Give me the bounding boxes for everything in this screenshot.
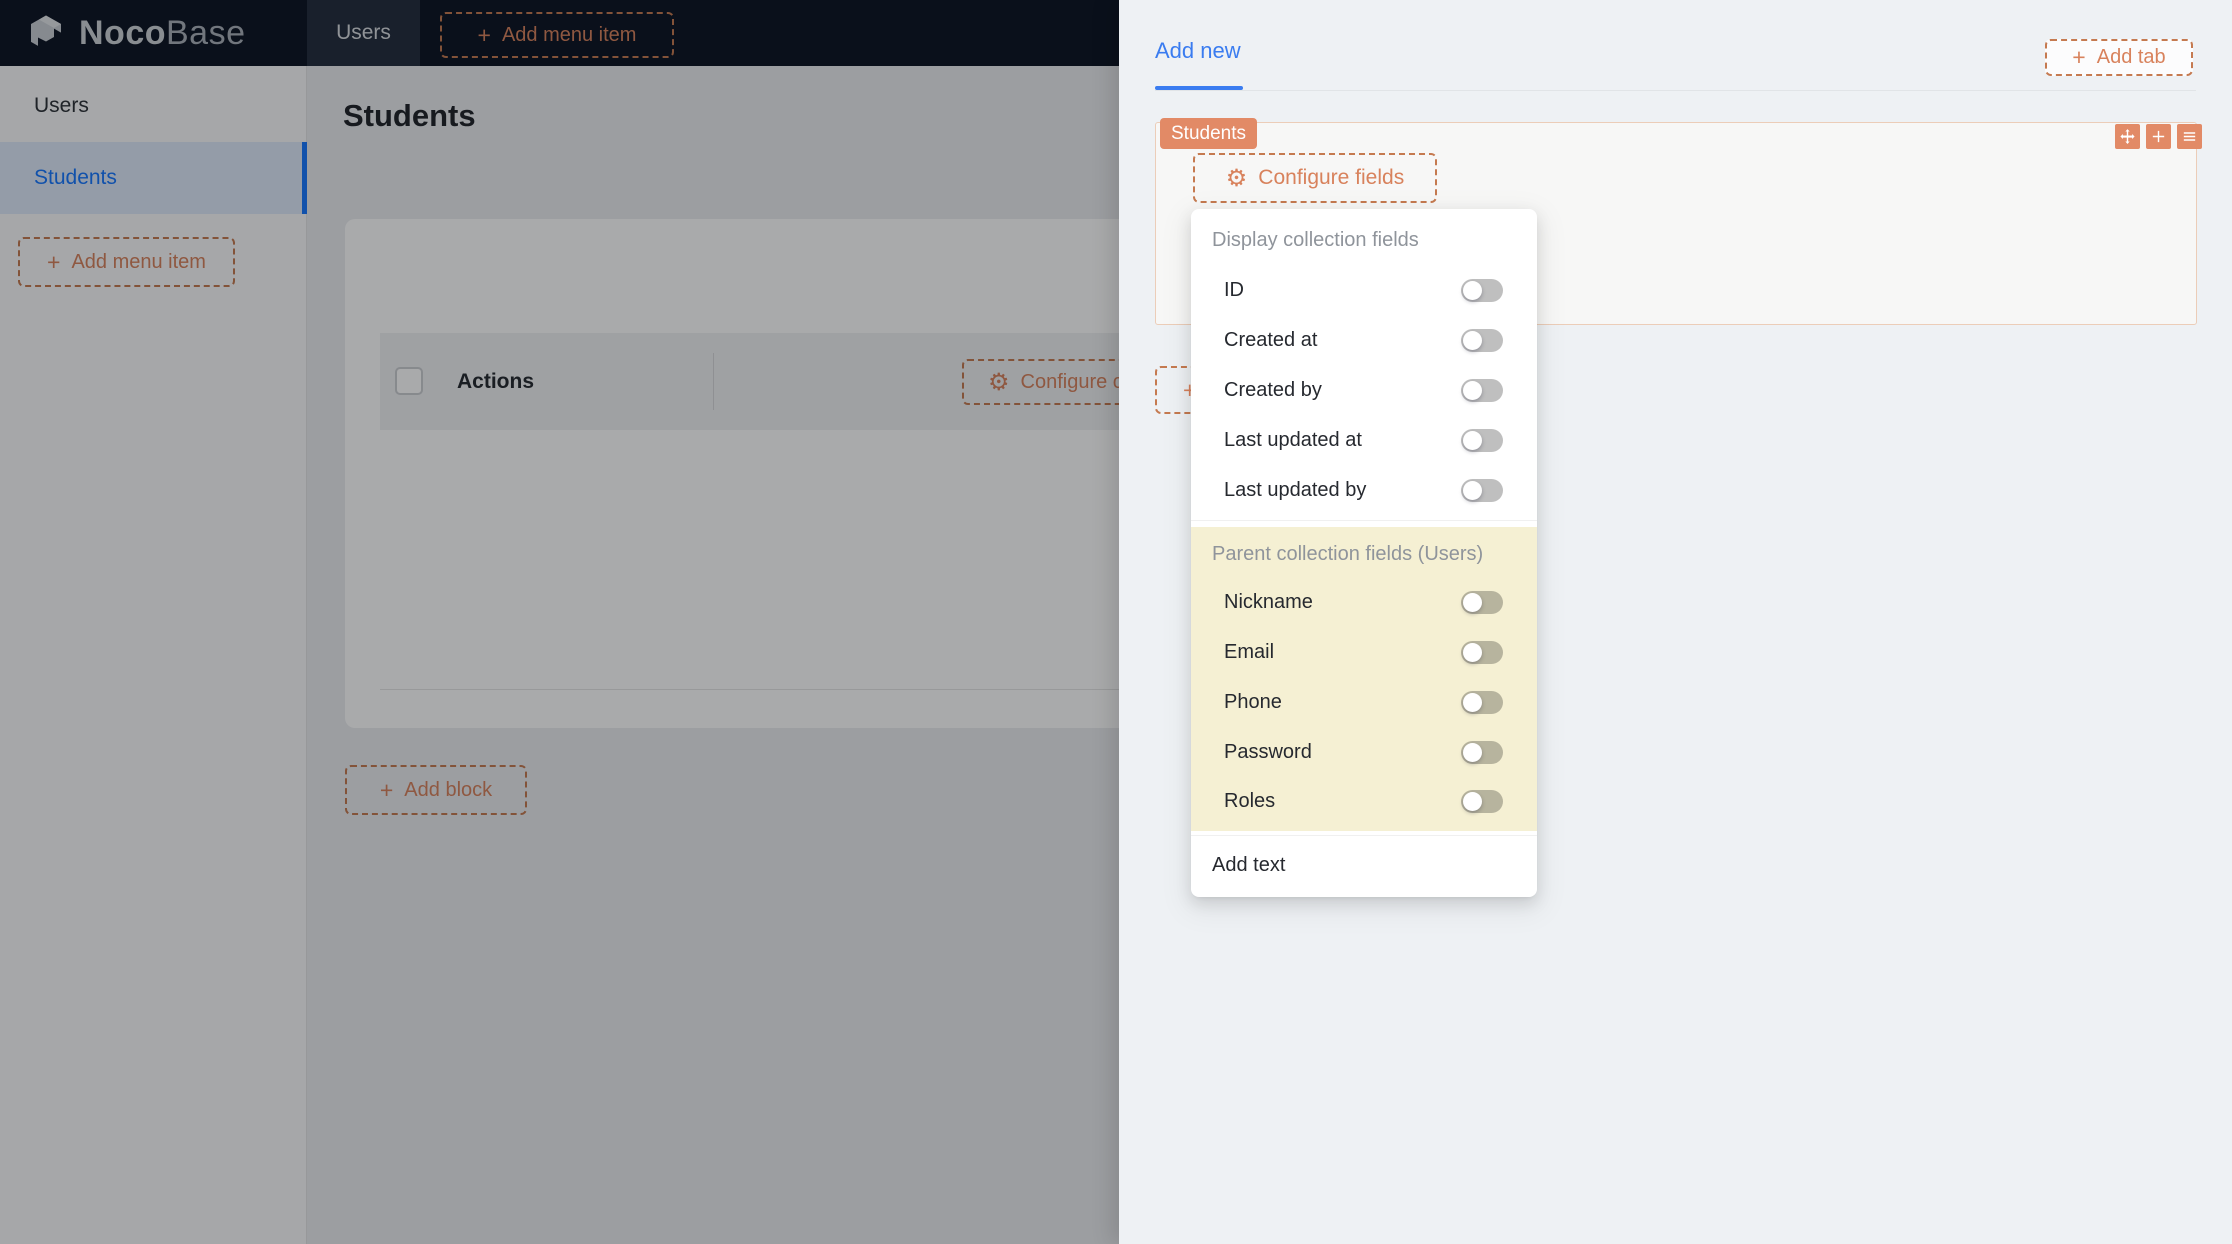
parent-fields-group-label: Parent collection fields (Users) [1212,542,1484,565]
menu-item-last-updated-at-label: Last updated at [1224,428,1362,451]
menu-item-id[interactable]: ID [1191,265,1537,315]
menu-item-nickname-label: Nickname [1224,590,1313,613]
menu-item-add-text-label: Add text [1212,853,1286,876]
students-block-badge: Students [1160,118,1257,149]
menu-item-add-text[interactable]: Add text [1191,841,1537,889]
add-tab-label: Add tab [2096,46,2166,68]
menu-item-email-label: Email [1224,640,1275,663]
menu-item-last-updated-at[interactable]: Last updated at [1191,415,1537,465]
menu-item-email[interactable]: Email [1191,627,1537,677]
tabbar-underline [1155,90,2196,91]
menu-item-last-updated-by[interactable]: Last updated by [1191,465,1537,515]
display-fields-group-label: Display collection fields [1212,228,1419,251]
active-tab-inkbar [1155,86,1243,90]
menu-item-phone-label: Phone [1224,690,1282,713]
toggle-last-updated-at[interactable] [1461,428,1503,452]
menu-item-password[interactable]: Password [1191,727,1537,777]
menu-item-created-at-label: Created at [1224,328,1318,351]
drawer-panel: Add new + Add tab Students ⚙ Configure f… [1119,0,2232,1244]
toggle-phone[interactable] [1461,690,1503,714]
toggle-created-by[interactable] [1461,378,1503,402]
menu-item-created-by-label: Created by [1224,378,1322,401]
drawer-overlay-mask[interactable] [0,0,1119,1244]
menu-item-created-at[interactable]: Created at [1191,315,1537,365]
gear-icon: ⚙ [1225,164,1248,192]
hamburger-menu-icon [2183,132,2196,141]
configure-fields-dropdown: Display collection fields ID Created at … [1191,209,1537,897]
menu-item-nickname[interactable]: Nickname [1191,577,1537,627]
drag-block-handle[interactable] [2115,124,2140,149]
toggle-roles[interactable] [1461,789,1503,813]
plus-icon [2152,130,2165,143]
configure-fields-label: Configure fields [1258,166,1405,189]
toggle-last-updated-by[interactable] [1461,478,1503,502]
configure-fields-button[interactable]: ⚙ Configure fields [1193,153,1437,203]
block-settings-handle[interactable] [2177,124,2202,149]
menu-item-roles-label: Roles [1224,789,1276,812]
toggle-email[interactable] [1461,640,1503,664]
toggle-id[interactable] [1461,278,1503,302]
plus-icon: + [2072,44,2086,70]
toggle-password[interactable] [1461,740,1503,764]
move-icon [2120,129,2135,144]
tab-add-new[interactable]: Add new [1155,33,1241,69]
menu-item-id-label: ID [1224,278,1244,301]
toggle-created-at[interactable] [1461,328,1503,352]
menu-item-roles[interactable]: Roles [1191,776,1537,826]
add-tab-button[interactable]: + Add tab [2045,39,2193,76]
menu-item-password-label: Password [1224,740,1312,763]
menu-item-created-by[interactable]: Created by [1191,365,1537,415]
menu-item-last-updated-by-label: Last updated by [1224,478,1367,501]
toggle-nickname[interactable] [1461,590,1503,614]
tab-add-new-label: Add new [1155,38,1241,63]
menu-divider [1191,520,1537,521]
add-block-in-place-handle[interactable] [2146,124,2171,149]
menu-item-phone[interactable]: Phone [1191,677,1537,727]
menu-divider [1191,835,1537,836]
